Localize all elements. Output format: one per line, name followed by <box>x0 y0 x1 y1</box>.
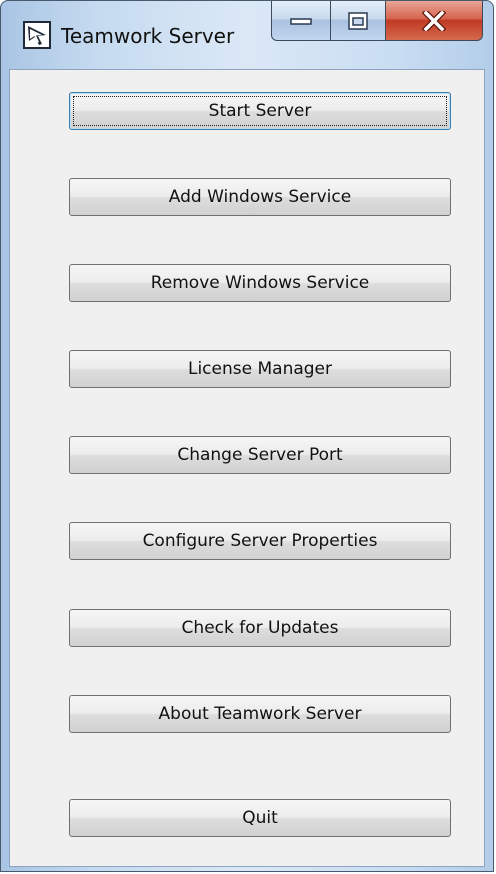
configure-server-properties-label: Configure Server Properties <box>142 531 378 551</box>
remove-windows-service-label: Remove Windows Service <box>150 273 370 293</box>
minimize-button[interactable] <box>271 1 331 41</box>
license-manager-label: License Manager <box>187 359 332 379</box>
about-teamwork-server-button[interactable]: About Teamwork Server <box>69 695 451 733</box>
add-windows-service-button[interactable]: Add Windows Service <box>69 178 451 216</box>
client-area: Start Server Add Windows Service Remove … <box>9 69 485 867</box>
close-icon <box>422 10 446 31</box>
title-bar[interactable]: Teamwork Server <box>1 1 493 69</box>
remove-windows-service-button[interactable]: Remove Windows Service <box>69 264 451 302</box>
maximize-button[interactable] <box>330 1 386 41</box>
start-server-label: Start Server <box>208 101 312 121</box>
minimize-icon <box>290 17 312 25</box>
start-server-button[interactable]: Start Server <box>69 92 451 130</box>
quit-button[interactable]: Quit <box>69 799 451 837</box>
check-for-updates-label: Check for Updates <box>181 618 339 638</box>
check-for-updates-button[interactable]: Check for Updates <box>69 609 451 647</box>
license-manager-button[interactable]: License Manager <box>69 350 451 388</box>
maximize-icon <box>348 11 368 30</box>
close-button[interactable] <box>385 1 483 41</box>
about-teamwork-server-label: About Teamwork Server <box>158 704 362 724</box>
teamwork-server-window: Teamwork Server Start Server Add Windows… <box>0 0 494 872</box>
quit-label: Quit <box>242 808 278 828</box>
teamwork-server-icon <box>23 21 51 49</box>
add-windows-service-label: Add Windows Service <box>168 187 352 207</box>
window-title: Teamwork Server <box>61 24 235 48</box>
change-server-port-label: Change Server Port <box>177 445 343 465</box>
configure-server-properties-button[interactable]: Configure Server Properties <box>69 522 451 560</box>
change-server-port-button[interactable]: Change Server Port <box>69 436 451 474</box>
caption-buttons <box>271 1 483 41</box>
